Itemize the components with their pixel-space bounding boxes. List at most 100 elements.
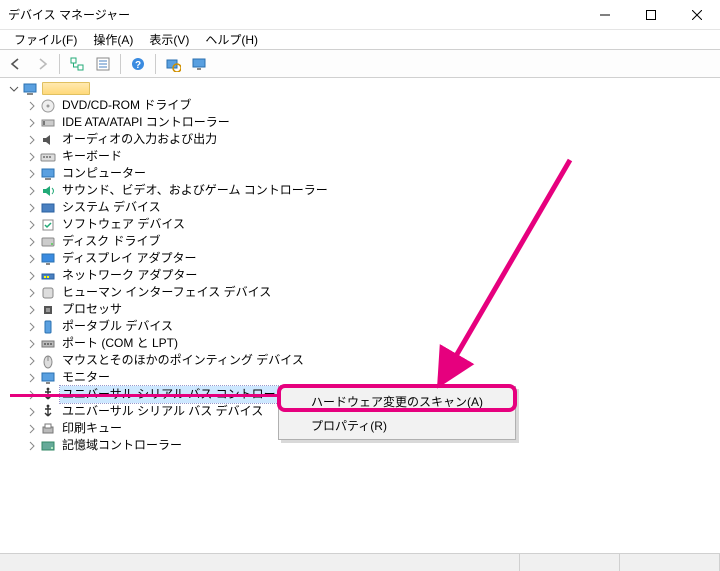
- ctx-properties[interactable]: プロパティ(R): [281, 413, 513, 437]
- chevron-right-icon[interactable]: [26, 338, 38, 350]
- computer-icon: [40, 166, 56, 182]
- hid-icon: [40, 285, 56, 301]
- tree-item-label: プロセッサ: [60, 301, 124, 318]
- chevron-right-icon[interactable]: [26, 134, 38, 146]
- monitor-icon: [40, 370, 56, 386]
- monitor-button[interactable]: [187, 53, 211, 75]
- chevron-right-icon[interactable]: [26, 202, 38, 214]
- tree-item-label: ネットワーク アダプター: [60, 267, 199, 284]
- ctx-scan-hardware[interactable]: ハードウェア変更のスキャン(A): [281, 389, 513, 413]
- tree-item[interactable]: ネットワーク アダプター: [26, 267, 720, 284]
- port-icon: [40, 336, 56, 352]
- maximize-button[interactable]: [628, 0, 674, 30]
- chevron-right-icon[interactable]: [26, 304, 38, 316]
- storage-icon: [40, 438, 56, 454]
- tree-item[interactable]: DVD/CD-ROM ドライブ: [26, 97, 720, 114]
- scan-icon: [165, 56, 181, 72]
- software-icon: [40, 217, 56, 233]
- device-tree[interactable]: DVD/CD-ROM ドライブIDE ATA/ATAPI コントローラーオーディ…: [0, 78, 720, 553]
- tree-item-label: キーボード: [60, 148, 124, 165]
- usb-icon: [40, 387, 56, 403]
- toolbar-separator: [120, 54, 121, 74]
- chevron-right-icon[interactable]: [26, 185, 38, 197]
- tree-item[interactable]: オーディオの入力および出力: [26, 131, 720, 148]
- menu-file[interactable]: ファイル(F): [6, 29, 85, 50]
- context-menu: ハードウェア変更のスキャン(A) プロパティ(R): [278, 386, 516, 440]
- chevron-right-icon[interactable]: [26, 253, 38, 265]
- tree-item-label: ポータブル デバイス: [60, 318, 175, 335]
- chevron-right-icon[interactable]: [26, 151, 38, 163]
- help-icon: ?: [130, 56, 146, 72]
- toolbar-separator: [59, 54, 60, 74]
- tree-item-label: ポート (COM と LPT): [60, 335, 180, 352]
- scan-hardware-button[interactable]: [161, 53, 185, 75]
- chevron-right-icon[interactable]: [26, 287, 38, 299]
- keyboard-icon: [40, 149, 56, 165]
- tree-item[interactable]: ディスク ドライブ: [26, 233, 720, 250]
- tree-item-label: ユニバーサル シリアル バス デバイス: [60, 403, 265, 420]
- tree-item[interactable]: ヒューマン インターフェイス デバイス: [26, 284, 720, 301]
- chevron-right-icon[interactable]: [26, 389, 38, 401]
- chevron-right-icon[interactable]: [26, 100, 38, 112]
- chevron-right-icon[interactable]: [26, 440, 38, 452]
- chevron-right-icon[interactable]: [26, 372, 38, 384]
- help-button[interactable]: ?: [126, 53, 150, 75]
- forward-button[interactable]: [30, 53, 54, 75]
- mouse-icon: [40, 353, 56, 369]
- svg-text:?: ?: [135, 60, 141, 71]
- chevron-right-icon[interactable]: [26, 406, 38, 418]
- tree-item[interactable]: プロセッサ: [26, 301, 720, 318]
- list-icon: [95, 56, 111, 72]
- chevron-right-icon[interactable]: [26, 236, 38, 248]
- close-button[interactable]: [674, 0, 720, 30]
- menu-action[interactable]: 操作(A): [85, 29, 141, 50]
- menu-view[interactable]: 表示(V): [141, 29, 197, 50]
- chevron-right-icon[interactable]: [26, 168, 38, 180]
- menu-bar: ファイル(F) 操作(A) 表示(V) ヘルプ(H): [0, 30, 720, 50]
- arrow-right-icon: [35, 57, 49, 71]
- chevron-right-icon[interactable]: [26, 219, 38, 231]
- tree-item[interactable]: サウンド、ビデオ、およびゲーム コントローラー: [26, 182, 720, 199]
- tree-item[interactable]: IDE ATA/ATAPI コントローラー: [26, 114, 720, 131]
- status-cell: [0, 554, 520, 571]
- tree-item-label: ディスク ドライブ: [60, 233, 163, 250]
- tree-item-label: オーディオの入力および出力: [60, 131, 219, 148]
- window-title: デバイス マネージャー: [8, 6, 582, 23]
- menu-help[interactable]: ヘルプ(H): [197, 29, 266, 50]
- disk-icon: [40, 234, 56, 250]
- minimize-button[interactable]: [582, 0, 628, 30]
- chevron-right-icon[interactable]: [26, 270, 38, 282]
- tree-item-label: 記憶域コントローラー: [60, 437, 184, 454]
- tree-item[interactable]: キーボード: [26, 148, 720, 165]
- chevron-down-icon[interactable]: [8, 83, 20, 95]
- tree-item[interactable]: システム デバイス: [26, 199, 720, 216]
- chevron-right-icon[interactable]: [26, 355, 38, 367]
- root-computer-name: [42, 82, 90, 95]
- tree-item-label: コンピューター: [60, 165, 148, 182]
- chevron-right-icon[interactable]: [26, 117, 38, 129]
- tree-item-label: IDE ATA/ATAPI コントローラー: [60, 114, 232, 131]
- tree-item-label: DVD/CD-ROM ドライブ: [60, 97, 193, 114]
- tree-item[interactable]: ディスプレイ アダプター: [26, 250, 720, 267]
- show-hidden-button[interactable]: [91, 53, 115, 75]
- chevron-right-icon[interactable]: [26, 423, 38, 435]
- tree-root-row[interactable]: [8, 80, 720, 97]
- status-cell: [520, 554, 620, 571]
- tree-item[interactable]: ポート (COM と LPT): [26, 335, 720, 352]
- tree-item-label: ソフトウェア デバイス: [60, 216, 187, 233]
- tree-item[interactable]: モニター: [26, 369, 720, 386]
- toolbar-separator: [155, 54, 156, 74]
- tree-item-label: システム デバイス: [60, 199, 163, 216]
- printer-icon: [40, 421, 56, 437]
- chevron-right-icon[interactable]: [26, 321, 38, 333]
- tree-item-label: 印刷キュー: [60, 420, 124, 437]
- tree-item[interactable]: コンピューター: [26, 165, 720, 182]
- disc-icon: [40, 98, 56, 114]
- tree-item[interactable]: マウスとそのほかのポインティング デバイス: [26, 352, 720, 369]
- up-tree-button[interactable]: [65, 53, 89, 75]
- ctx-item-label: プロパティ(R): [311, 417, 387, 434]
- tree-item[interactable]: ポータブル デバイス: [26, 318, 720, 335]
- status-bar: [0, 553, 720, 571]
- tree-item[interactable]: ソフトウェア デバイス: [26, 216, 720, 233]
- back-button[interactable]: [4, 53, 28, 75]
